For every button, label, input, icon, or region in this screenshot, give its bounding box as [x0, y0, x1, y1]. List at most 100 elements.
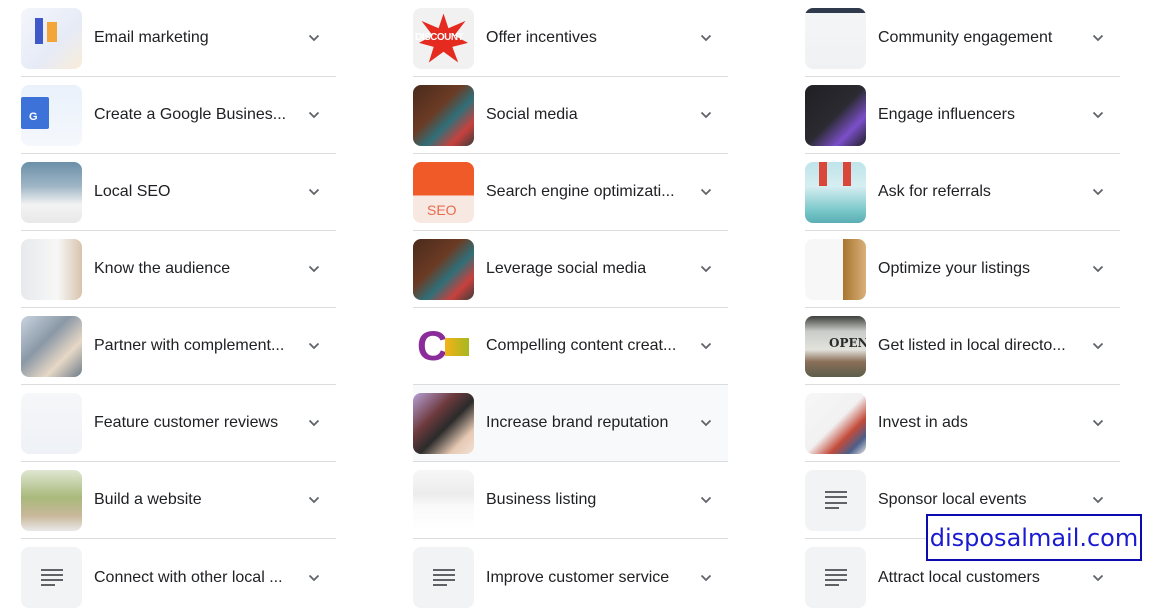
item-label: Feature customer reviews: [94, 414, 279, 431]
list-item[interactable]: Engage influencers: [805, 77, 1120, 154]
chevron-down-icon[interactable]: [700, 32, 712, 44]
google-business-thumbnail: [21, 84, 82, 146]
list-item[interactable]: Feature customer reviews: [21, 385, 336, 462]
list-item[interactable]: Community engagement: [805, 0, 1120, 77]
list-item[interactable]: Ask for referrals: [805, 154, 1120, 231]
list-item[interactable]: Increase brand reputation: [413, 385, 728, 462]
chevron-down-icon[interactable]: [700, 109, 712, 121]
item-label: Sponsor local events: [878, 491, 1027, 508]
list-item[interactable]: Build a website: [21, 462, 336, 539]
list-item[interactable]: Invest in ads: [805, 385, 1120, 462]
chevron-down-icon[interactable]: [308, 417, 320, 429]
ads-thumbnail: [805, 392, 866, 454]
list-item[interactable]: Improve customer service: [413, 539, 728, 613]
list-item[interactable]: Local SEO: [21, 154, 336, 231]
item-label: Leverage social media: [486, 260, 647, 277]
document-icon: [824, 491, 847, 509]
chevron-down-icon[interactable]: [308, 32, 320, 44]
item-label: Business listing: [486, 491, 597, 508]
list-item[interactable]: Connect with other local ...: [21, 539, 336, 613]
chevron-down-icon[interactable]: [700, 340, 712, 352]
list-item[interactable]: Create a Google Busines...: [21, 77, 336, 154]
document-icon: [432, 568, 455, 587]
document-thumbnail: [805, 547, 866, 608]
list-item[interactable]: Search engine optimizati...: [413, 154, 728, 231]
chevron-down-icon[interactable]: [700, 186, 712, 198]
list-item[interactable]: Partner with complement...: [21, 308, 336, 385]
document-icon: [824, 568, 847, 587]
referrals-thumbnail: [805, 161, 866, 223]
document-thumbnail: [21, 547, 82, 608]
social-media-thumbnail: [413, 84, 474, 146]
item-label: Social media: [486, 106, 578, 123]
list-item[interactable]: Leverage social media: [413, 231, 728, 308]
list-item[interactable]: Get listed in local directo...: [805, 308, 1120, 385]
list-item[interactable]: Compelling content creat...: [413, 308, 728, 385]
item-label: Ask for referrals: [878, 183, 991, 200]
chevron-down-icon[interactable]: [1092, 572, 1104, 584]
list-item[interactable]: Email marketing: [21, 0, 336, 77]
website-thumbnail: [21, 469, 82, 531]
item-label: Optimize your listings: [878, 260, 1031, 277]
partner-thumbnail: [21, 315, 82, 377]
chevron-down-icon[interactable]: [1092, 494, 1104, 506]
item-label: Compelling content creat...: [486, 337, 677, 354]
audience-thumbnail: [21, 238, 82, 300]
item-label: Improve customer service: [486, 568, 670, 586]
chevron-down-icon[interactable]: [700, 572, 712, 584]
item-label: Connect with other local ...: [94, 568, 283, 586]
item-label: Engage influencers: [878, 106, 1015, 123]
document-thumbnail: [413, 547, 474, 608]
chevron-down-icon[interactable]: [308, 494, 320, 506]
email-marketing-thumbnail: [21, 7, 82, 69]
open-sign-thumbnail: [805, 315, 866, 377]
item-label: Local SEO: [94, 183, 171, 200]
chevron-down-icon[interactable]: [700, 417, 712, 429]
chevron-down-icon[interactable]: [308, 186, 320, 198]
watermark-badge: disposalmail.com: [926, 514, 1142, 561]
item-label: Attract local customers: [878, 568, 1040, 586]
influencer-thumbnail: [805, 84, 866, 146]
business-listing-thumbnail: [413, 469, 474, 531]
chevron-down-icon[interactable]: [308, 340, 320, 352]
chevron-down-icon[interactable]: [308, 263, 320, 275]
brand-reputation-thumbnail: [413, 392, 474, 454]
chevron-down-icon[interactable]: [308, 572, 320, 584]
list-item[interactable]: Social media: [413, 77, 728, 154]
item-label: Offer incentives: [486, 29, 597, 46]
list-item[interactable]: Offer incentives: [413, 0, 728, 77]
item-label: Get listed in local directo...: [878, 337, 1066, 354]
reviews-thumbnail: [21, 392, 82, 454]
seo-thumbnail: [413, 161, 474, 223]
list-item[interactable]: Know the audience: [21, 231, 336, 308]
topics-column-1: Email marketing Create a Google Busines.…: [21, 0, 336, 613]
topics-column-2: Offer incentives Social media Search eng…: [413, 0, 728, 613]
chevron-down-icon[interactable]: [1092, 417, 1104, 429]
local-seo-thumbnail: [21, 161, 82, 223]
document-icon: [40, 568, 63, 587]
chevron-down-icon[interactable]: [700, 494, 712, 506]
content-creation-thumbnail: [413, 315, 474, 377]
item-label: Email marketing: [94, 29, 209, 46]
discount-thumbnail: [413, 7, 474, 69]
chevron-down-icon[interactable]: [1092, 109, 1104, 121]
item-label: Partner with complement...: [94, 337, 285, 354]
chevron-down-icon[interactable]: [1092, 32, 1104, 44]
optimize-listings-thumbnail: [805, 238, 866, 300]
chevron-down-icon[interactable]: [308, 109, 320, 121]
community-thumbnail: [805, 7, 866, 69]
document-thumbnail: [805, 469, 866, 531]
chevron-down-icon[interactable]: [700, 263, 712, 275]
list-item[interactable]: Business listing: [413, 462, 728, 539]
social-media-thumbnail: [413, 238, 474, 300]
item-label: Community engagement: [878, 29, 1053, 46]
chevron-down-icon[interactable]: [1092, 186, 1104, 198]
item-label: Build a website: [94, 491, 202, 508]
item-label: Increase brand reputation: [486, 414, 669, 431]
item-label: Search engine optimizati...: [486, 183, 675, 200]
item-label: Know the audience: [94, 260, 231, 277]
chevron-down-icon[interactable]: [1092, 263, 1104, 275]
chevron-down-icon[interactable]: [1092, 340, 1104, 352]
list-item[interactable]: Optimize your listings: [805, 231, 1120, 308]
item-label: Create a Google Busines...: [94, 106, 287, 123]
